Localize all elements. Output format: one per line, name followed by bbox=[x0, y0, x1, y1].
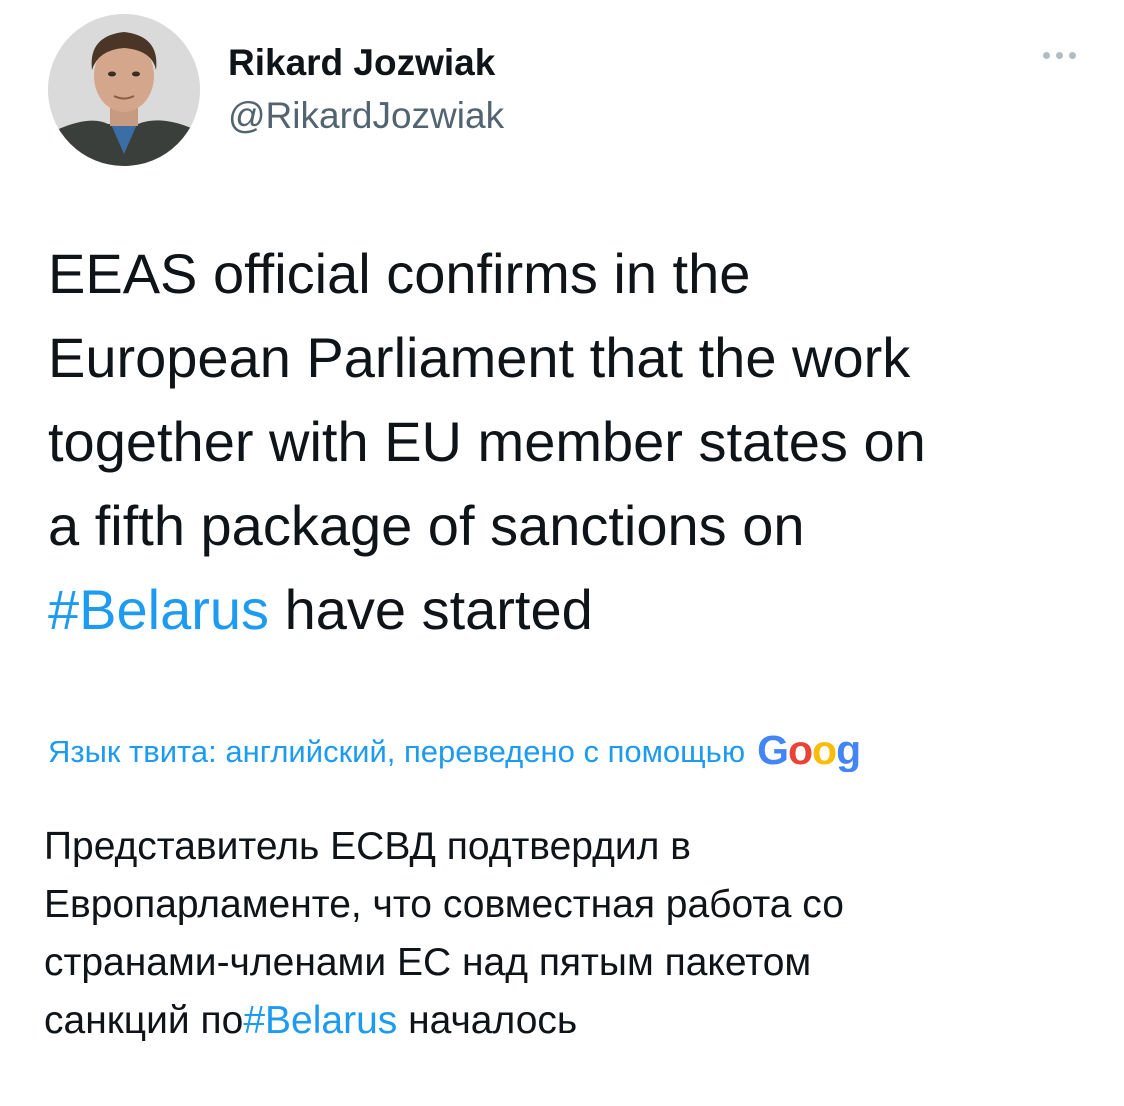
hashtag-link[interactable]: #Belarus bbox=[243, 999, 397, 1042]
dot bbox=[1069, 52, 1076, 59]
avatar-photo bbox=[48, 14, 200, 166]
translated-text-part: началось bbox=[397, 999, 578, 1042]
google-logo: Goog bbox=[757, 728, 861, 772]
dot bbox=[1043, 52, 1050, 59]
dot bbox=[1056, 52, 1063, 59]
tweet-card: Rikard Jozwiak @RikardJozwiak EEAS offic… bbox=[0, 0, 1124, 1106]
tweet-line: a fifth package of sanctions on bbox=[48, 494, 805, 557]
avatar[interactable] bbox=[48, 14, 200, 166]
tweet-line: EEAS official confirms in the bbox=[48, 242, 751, 305]
tweet-text-rest: have started bbox=[269, 578, 593, 641]
tweet-text: EEAS official confirms in the European P… bbox=[48, 232, 1088, 652]
author-info: Rikard Jozwiak @RikardJozwiak bbox=[228, 40, 504, 139]
author-display-name[interactable]: Rikard Jozwiak bbox=[228, 40, 504, 86]
google-letter: o bbox=[787, 728, 813, 772]
tweet-line: European Parliament that the work bbox=[48, 326, 911, 389]
translated-line: странами-членами ЕС над пятым пакетом bbox=[44, 941, 812, 984]
translated-line: санкций по#Belarus началось bbox=[44, 992, 1084, 1050]
google-letter: G bbox=[757, 728, 789, 772]
more-dots-icon[interactable] bbox=[1043, 52, 1076, 59]
google-letter: g bbox=[836, 728, 861, 772]
translated-text-part: санкций по bbox=[44, 999, 244, 1042]
translation-note-text: Язык твита: английский, переведено с пом… bbox=[48, 734, 746, 769]
author-handle[interactable]: @RikardJozwiak bbox=[228, 93, 504, 139]
tweet-line: together with EU member states on bbox=[48, 410, 926, 473]
hashtag-link[interactable]: #Belarus bbox=[48, 578, 269, 641]
tweet-line: #Belarus have started bbox=[48, 568, 1088, 652]
google-letter: o bbox=[812, 728, 837, 772]
translated-line: Европарламенте, что совместная работа со bbox=[44, 883, 844, 926]
translated-line: Представитель ЕСВД подтвердил в bbox=[44, 825, 691, 868]
translation-note[interactable]: Язык твита: английский, переведено с пом… bbox=[48, 728, 1070, 772]
translated-text: Представитель ЕСВД подтвердил в Европарл… bbox=[44, 818, 1084, 1050]
